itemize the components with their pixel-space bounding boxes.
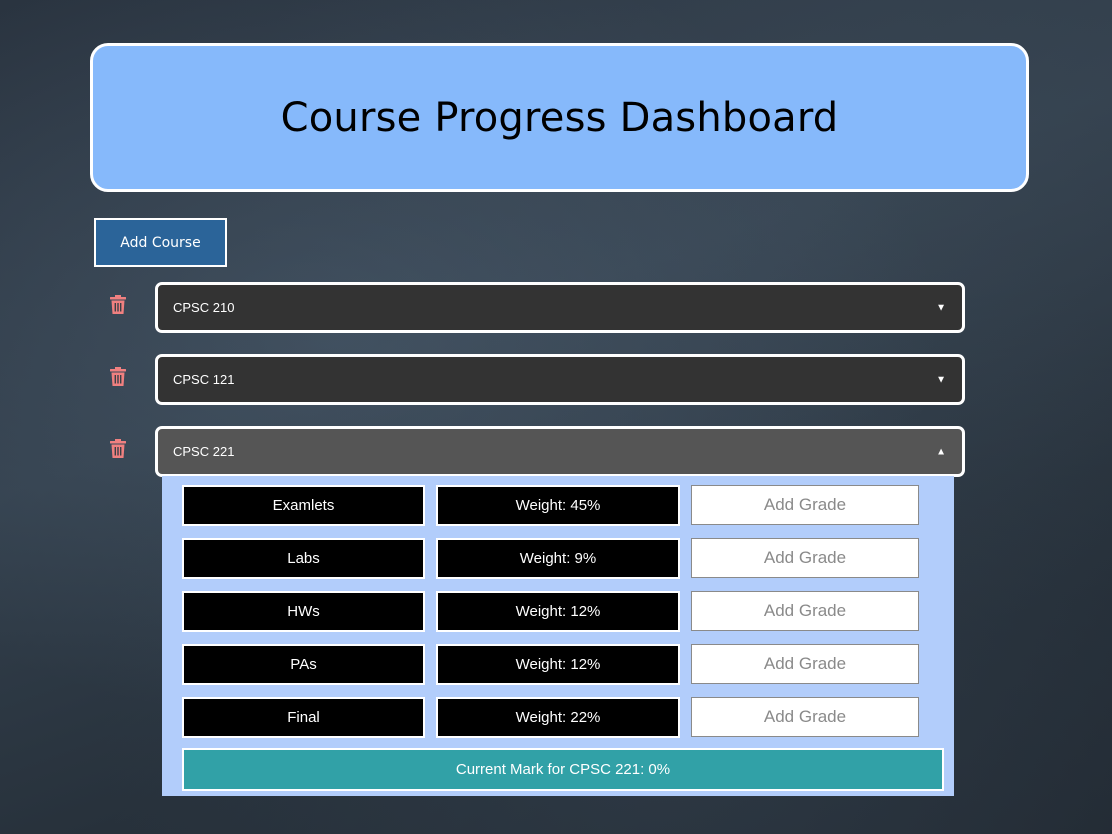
component-name: Labs	[182, 538, 425, 579]
component-name: HWs	[182, 591, 425, 632]
course-accordion-cpsc-221[interactable]: CPSC 221 ▲	[155, 426, 965, 477]
current-mark-banner: Current Mark for CPSC 221: 0%	[182, 748, 944, 791]
trash-icon[interactable]	[109, 295, 127, 315]
course-name: CPSC 221	[173, 444, 235, 459]
add-grade-input[interactable]	[691, 485, 919, 525]
add-grade-input[interactable]	[691, 697, 919, 737]
component-name: PAs	[182, 644, 425, 685]
trash-icon[interactable]	[109, 367, 127, 387]
component-name: Final	[182, 697, 425, 738]
dashboard-header: Course Progress Dashboard	[90, 43, 1029, 192]
caret-down-icon: ▼	[936, 374, 946, 385]
add-grade-input[interactable]	[691, 644, 919, 684]
trash-icon[interactable]	[109, 439, 127, 459]
course-accordion-cpsc-121[interactable]: CPSC 121 ▼	[155, 354, 965, 405]
course-name: CPSC 121	[173, 372, 235, 387]
component-weight: Weight: 12%	[436, 644, 680, 685]
course-details-panel: Examlets Weight: 45% Labs Weight: 9% HWs…	[162, 476, 954, 796]
caret-down-icon: ▼	[936, 302, 946, 313]
course-name: CPSC 210	[173, 300, 235, 315]
component-weight: Weight: 9%	[436, 538, 680, 579]
caret-up-icon: ▲	[936, 446, 946, 457]
add-grade-input[interactable]	[691, 538, 919, 578]
component-weight: Weight: 12%	[436, 591, 680, 632]
course-accordion-cpsc-210[interactable]: CPSC 210 ▼	[155, 282, 965, 333]
component-weight: Weight: 22%	[436, 697, 680, 738]
add-course-button[interactable]: Add Course	[94, 218, 227, 267]
add-grade-input[interactable]	[691, 591, 919, 631]
component-weight: Weight: 45%	[436, 485, 680, 526]
page-title: Course Progress Dashboard	[280, 94, 839, 141]
component-name: Examlets	[182, 485, 425, 526]
